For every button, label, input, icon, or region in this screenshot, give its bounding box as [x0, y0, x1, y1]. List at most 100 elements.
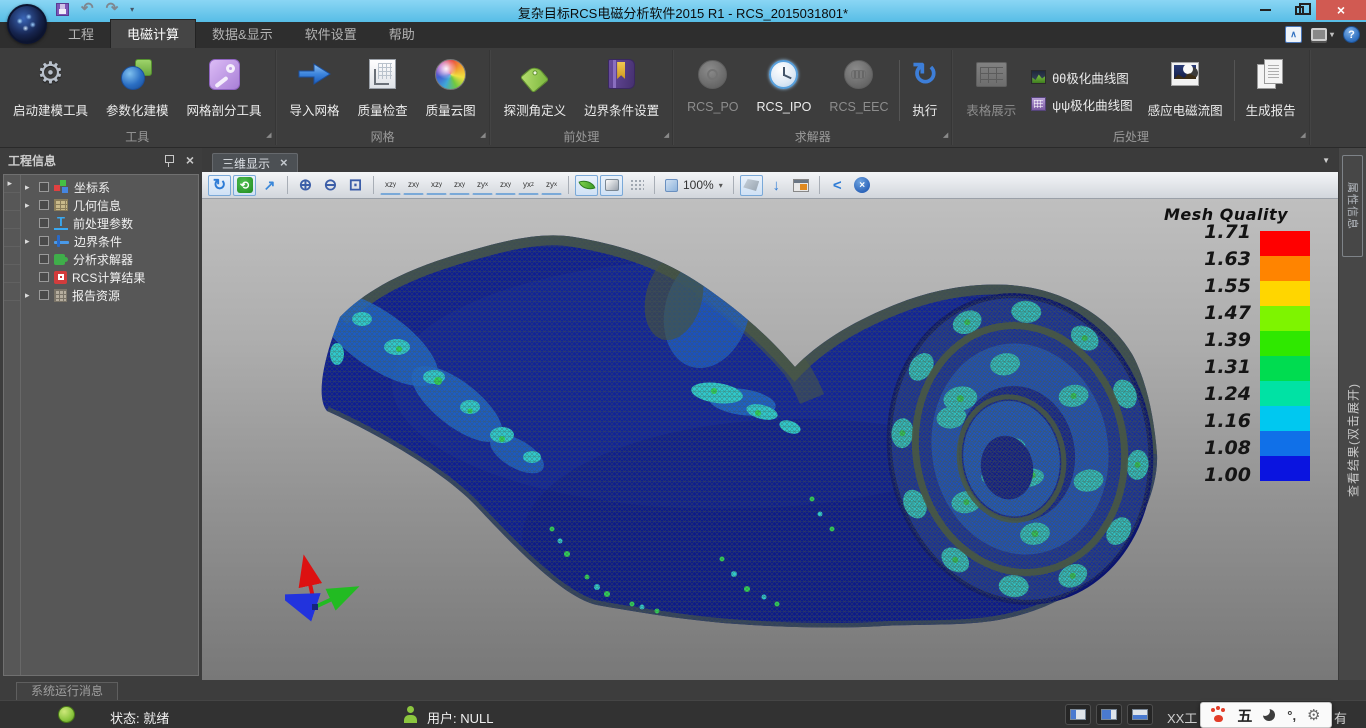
shaded-mode-button[interactable] [600, 175, 623, 196]
tree-item-report-resources[interactable]: ▸ 报告资源 [21, 286, 198, 304]
layout-wide-button[interactable] [1096, 704, 1122, 725]
restore-button[interactable] [1282, 0, 1316, 20]
window-style-icon[interactable]: ▾ [1311, 28, 1334, 41]
checkbox[interactable] [39, 182, 49, 192]
tree-item-coordinate-system[interactable]: ▸ 坐标系 [21, 178, 198, 196]
zoom-dropdown-icon[interactable]: ▾ [719, 181, 723, 190]
expand-arrow-icon[interactable]: ▸ [25, 291, 34, 300]
tab-property-info[interactable]: 属性信息 [1342, 155, 1363, 257]
right-dock-strip: 属性信息 查看结果(双击展开) [1338, 148, 1366, 680]
pan-view-button[interactable]: ↗ [258, 175, 281, 196]
expand-arrow-icon[interactable]: ▸ [25, 201, 34, 210]
collapse-ribbon-icon[interactable]: ∧ [1285, 26, 1302, 43]
points-mode-button[interactable] [625, 175, 648, 196]
layout-bottom-button[interactable] [1127, 704, 1153, 725]
help-icon[interactable]: ? [1343, 26, 1360, 43]
tab-close-icon[interactable]: × [280, 158, 288, 168]
view-orientation-button[interactable]: zxy [403, 176, 424, 195]
probe-angle-button[interactable]: 探测角定义 [495, 52, 576, 129]
view-orientation-button[interactable]: zxy [449, 176, 470, 195]
tab-project[interactable]: 工程 [52, 20, 110, 48]
ribbon-group-tools: ⚙ 启动建模工具 参数化建模 网格剖分工具 工具◢ [0, 48, 275, 147]
view-orientation-button[interactable]: zyx [541, 176, 562, 195]
theta-polarization-curve-button[interactable]: θθ极化曲线图 [1031, 68, 1132, 87]
view-orientation-button[interactable]: zxy [495, 176, 516, 195]
expand-arrow-icon[interactable]: ▸ [25, 237, 34, 246]
table-display-button[interactable]: 表格展示 [957, 52, 1025, 129]
mesh-partition-tool-button[interactable]: 网格剖分工具 [178, 52, 271, 129]
expand-arrow-icon[interactable]: ▸ [25, 183, 34, 192]
solver-po-icon [698, 60, 727, 89]
table-icon [976, 62, 1007, 87]
checkbox[interactable] [39, 236, 49, 246]
orbit-view-button[interactable]: ⟲ [233, 175, 256, 196]
tab-list-dropdown-icon[interactable]: ▼ [1322, 156, 1330, 165]
ime-punctuation-label[interactable]: °, [1287, 708, 1296, 723]
tab-3d-display[interactable]: 三维显示 × [212, 153, 298, 172]
view-orientation-button[interactable]: yxz [518, 176, 539, 195]
puzzle-icon [54, 254, 65, 265]
checkbox[interactable] [39, 272, 49, 282]
generate-report-button[interactable]: 生成报告 [1237, 52, 1305, 129]
checkbox[interactable] [39, 218, 49, 228]
capture-window-button[interactable] [790, 175, 813, 196]
ime-settings-gear-icon[interactable]: ⚙ [1307, 708, 1320, 723]
expand-arrow-icon[interactable]: ▸ [8, 179, 17, 188]
layout-left-button[interactable] [1065, 704, 1091, 725]
tab-software-settings[interactable]: 软件设置 [289, 20, 373, 48]
clear-view-button[interactable]: × [851, 175, 874, 196]
induced-em-current-button[interactable]: 感应电磁流图 [1139, 52, 1232, 129]
quality-check-button[interactable]: 质量检查 [349, 52, 417, 129]
group-corner-icon: ◢ [1300, 128, 1305, 144]
parametric-modeling-button[interactable]: 参数化建模 [97, 52, 178, 129]
boundary-condition-button[interactable]: 边界条件设置 [575, 52, 668, 129]
tree-item-geometry-info[interactable]: ▸ 几何信息 [21, 196, 198, 214]
3d-viewport[interactable]: Mesh Quality 1.711.631.551.471.391.311.2… [202, 199, 1338, 680]
export-down-button[interactable]: ↓ [765, 175, 788, 196]
tab-help[interactable]: 帮助 [373, 20, 431, 48]
zoom-in-button[interactable]: ⊕ [294, 175, 317, 196]
zoom-fit-button[interactable]: ⊡ [344, 175, 367, 196]
ime-moon-icon[interactable] [1263, 709, 1276, 722]
legend-bar [1260, 231, 1310, 481]
tab-system-messages[interactable]: 系统运行消息 [16, 682, 118, 700]
view-orientation-button[interactable]: xzy [380, 176, 401, 195]
app-logo[interactable] [7, 4, 47, 44]
checkbox[interactable] [39, 200, 49, 210]
minimize-button[interactable] [1248, 0, 1282, 20]
close-button[interactable]: × [1316, 0, 1366, 20]
quality-contour-button[interactable]: 质量云图 [417, 52, 485, 129]
legend-label: 1.24 [1142, 385, 1251, 404]
smooth-shading-button[interactable] [575, 175, 598, 196]
tab-em-computation[interactable]: 电磁计算 [110, 19, 196, 48]
solver-rcs-eec-button[interactable]: RCS_EEC [820, 52, 897, 129]
status-text: 状态: 就绪 [110, 708, 169, 727]
tab-data-display[interactable]: 数据&显示 [196, 20, 289, 48]
import-mesh-button[interactable]: 导入网格 [281, 52, 349, 129]
tree-item-rcs-results[interactable]: RCS计算结果 [21, 268, 198, 286]
tree-item-preprocess-params[interactable]: T 前处理参数 [21, 214, 198, 232]
tree-item-analysis-solver[interactable]: 分析求解器 [21, 250, 198, 268]
document-tab-bar: 三维显示 × ▼ [202, 148, 1338, 172]
psi-polarization-curve-button[interactable]: ψψ极化曲线图 [1031, 95, 1132, 114]
rotate-view-button[interactable]: ↻ [208, 175, 231, 196]
ime-mode-label[interactable]: 五 [1237, 705, 1252, 726]
checkbox[interactable] [39, 254, 49, 264]
zoom-out-button[interactable]: ⊖ [319, 175, 342, 196]
view-orientation-button[interactable]: xzy [426, 176, 447, 195]
checkbox[interactable] [39, 290, 49, 300]
launch-modeling-tool-button[interactable]: ⚙ 启动建模工具 [4, 52, 97, 129]
ime-paw-icon[interactable] [1211, 708, 1226, 722]
clip-plane-button[interactable] [740, 175, 763, 196]
zoom-level-select[interactable]: 100% ▾ [661, 178, 727, 192]
view-orientation-button[interactable]: zyx [472, 176, 493, 195]
application-window: ↶ ↷ ▾ 复杂目标RCS电磁分析软件2015 R1 - RCS_2015031… [0, 0, 1366, 728]
pin-icon[interactable] [164, 154, 174, 167]
panel-close-icon[interactable]: × [186, 154, 194, 166]
view-results-expander[interactable]: 查看结果(双击展开) [1344, 383, 1361, 497]
solver-rcs-ipo-button[interactable]: RCS_IPO [748, 52, 821, 129]
tree-item-boundary-condition[interactable]: ▸ 边界条件 [21, 232, 198, 250]
share-button[interactable]: < [826, 175, 849, 196]
execute-button[interactable]: ↻ 执行 [902, 52, 947, 129]
solver-rcs-po-button[interactable]: RCS_PO [678, 52, 747, 129]
